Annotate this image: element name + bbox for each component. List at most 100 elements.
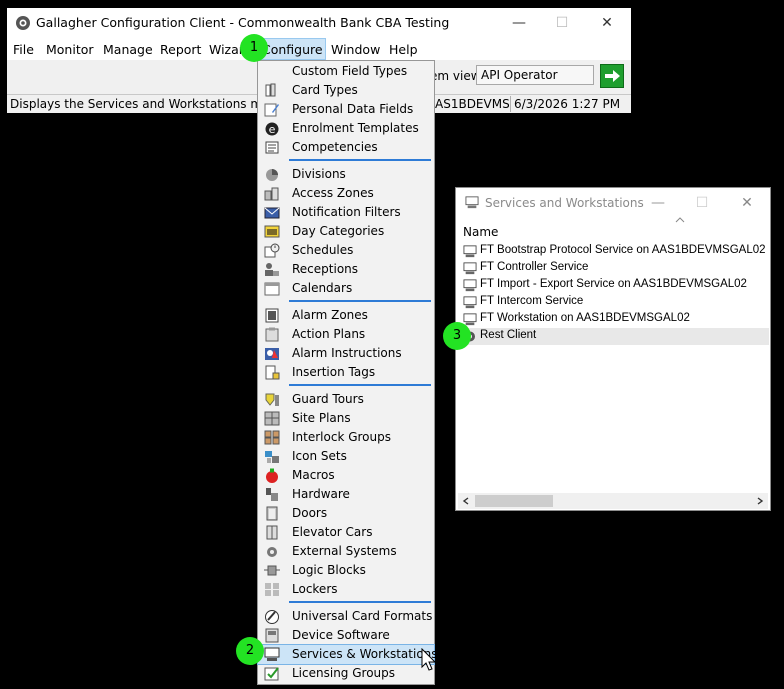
close-button[interactable]: ✕ bbox=[733, 192, 761, 214]
menu-item-site-plans[interactable]: Site Plans bbox=[258, 409, 434, 428]
custom-field-types-icon bbox=[264, 64, 280, 79]
menu-item-label: Macros bbox=[292, 468, 335, 482]
menu-item-divisions[interactable]: Divisions bbox=[258, 165, 434, 184]
menu-item-guard-tours[interactable]: Guard Tours bbox=[258, 390, 434, 409]
scrollbar-thumb[interactable] bbox=[475, 495, 553, 507]
workstation-icon bbox=[463, 279, 477, 292]
list-item[interactable]: FT Workstation on AAS1BDEVMSGAL02 bbox=[457, 311, 769, 328]
menu-item-label: Access Zones bbox=[292, 186, 374, 200]
scroll-right-icon[interactable] bbox=[756, 497, 764, 505]
menu-item-personal-data-fields[interactable]: Personal Data Fields bbox=[258, 100, 434, 119]
competencies-icon bbox=[265, 141, 279, 154]
maximize-button[interactable]: ☐ bbox=[688, 192, 716, 214]
list-item-label: FT Intercom Service bbox=[480, 295, 584, 307]
menu-item-hardware[interactable]: Hardware bbox=[258, 485, 434, 504]
menu-item-label: Day Categories bbox=[292, 224, 385, 238]
day-categories-icon bbox=[264, 225, 280, 238]
menu-item-alarm-zones[interactable]: Alarm Zones bbox=[258, 306, 434, 325]
menu-item-label: Enrolment Templates bbox=[292, 121, 419, 135]
personal-data-fields-icon bbox=[264, 103, 279, 117]
menu-report[interactable]: Report bbox=[160, 42, 201, 57]
menu-item-universal-card-formats[interactable]: Universal Card Formats bbox=[258, 607, 434, 626]
menu-item-insertion-tags[interactable]: Insertion Tags bbox=[258, 363, 434, 382]
menu-separator bbox=[289, 601, 431, 603]
maximize-button[interactable]: ☐ bbox=[548, 12, 576, 34]
list-item[interactable]: FT Import - Export Service on AAS1BDEVMS… bbox=[457, 277, 769, 294]
menu-item-services-workstations[interactable]: Services & Workstations bbox=[257, 644, 438, 665]
sort-chevron-icon bbox=[675, 217, 685, 223]
configure-dropdown-menu: Custom Field Types Card Types Personal D… bbox=[257, 60, 438, 685]
menu-item-device-software[interactable]: Device Software bbox=[258, 626, 434, 645]
insertion-tags-icon bbox=[265, 365, 280, 380]
list-item[interactable]: FT Controller Service bbox=[457, 260, 769, 277]
menu-item-label: Device Software bbox=[292, 628, 390, 642]
menu-item-calendars[interactable]: Calendars bbox=[258, 279, 434, 298]
close-button[interactable]: ✕ bbox=[593, 12, 621, 34]
menu-item-competencies[interactable]: Competencies bbox=[258, 138, 434, 157]
menu-item-macros[interactable]: Macros bbox=[258, 466, 434, 485]
menu-item-lockers[interactable]: Lockers bbox=[258, 580, 434, 599]
menu-item-action-plans[interactable]: Action Plans bbox=[258, 325, 434, 344]
go-arrow-icon[interactable] bbox=[600, 64, 624, 88]
menu-item-label: Site Plans bbox=[292, 411, 351, 425]
list-item[interactable]: FT Intercom Service bbox=[457, 294, 769, 311]
menu-item-elevator-cars[interactable]: Elevator Cars bbox=[258, 523, 434, 542]
workstation-icon bbox=[264, 647, 280, 661]
list-item-label: FT Bootstrap Protocol Service on AAS1BDE… bbox=[480, 244, 766, 256]
list-item-label: Rest Client bbox=[480, 329, 537, 341]
minimize-button[interactable]: — bbox=[644, 192, 672, 214]
schedules-icon bbox=[264, 243, 280, 258]
menu-monitor[interactable]: Monitor bbox=[46, 42, 94, 57]
menu-item-label: Interlock Groups bbox=[292, 430, 391, 444]
menu-item-label: Custom Field Types bbox=[292, 64, 408, 78]
menu-item-logic-blocks[interactable]: Logic Blocks bbox=[258, 561, 434, 580]
gallagher-app-icon bbox=[16, 16, 30, 30]
menu-item-label: Card Types bbox=[292, 83, 358, 97]
universal-card-formats-icon bbox=[265, 610, 279, 624]
menu-item-label: Alarm Instructions bbox=[292, 346, 402, 360]
menu-item-licensing-groups[interactable]: Licensing Groups bbox=[258, 664, 434, 683]
menu-item-interlock-groups[interactable]: Interlock Groups bbox=[258, 428, 434, 447]
view-select[interactable]: API Operator bbox=[476, 65, 594, 85]
menu-item-doors[interactable]: Doors bbox=[258, 504, 434, 523]
menu-item-label: Divisions bbox=[292, 167, 346, 181]
elevator-icon bbox=[266, 525, 278, 540]
menu-item-external-systems[interactable]: External Systems bbox=[258, 542, 434, 561]
menu-item-label: Hardware bbox=[292, 487, 350, 501]
horizontal-scrollbar[interactable] bbox=[458, 493, 768, 509]
menu-item-label: Competencies bbox=[292, 140, 378, 154]
envelope-icon bbox=[264, 207, 280, 219]
scroll-left-icon[interactable] bbox=[462, 497, 470, 505]
column-header-name[interactable]: Name bbox=[463, 225, 498, 239]
licensing-groups-icon bbox=[264, 667, 279, 681]
list-item-selected[interactable]: Rest Client bbox=[457, 328, 769, 345]
access-zones-icon bbox=[264, 187, 279, 201]
menu-item-enrolment-templates[interactable]: e Enrolment Templates bbox=[258, 119, 434, 138]
status-datetime: 6/3/2026 1:27 PM bbox=[514, 97, 621, 111]
menu-item-custom-field-types[interactable]: Custom Field Types bbox=[258, 62, 434, 81]
menu-help[interactable]: Help bbox=[389, 42, 418, 57]
menu-item-notification-filters[interactable]: Notification Filters bbox=[258, 203, 434, 222]
menu-window[interactable]: Window bbox=[331, 42, 380, 57]
interlock-groups-icon bbox=[264, 430, 280, 445]
list-item[interactable]: FT Bootstrap Protocol Service on AAS1BDE… bbox=[457, 243, 769, 260]
minimize-button[interactable]: — bbox=[505, 12, 533, 34]
menu-item-receptions[interactable]: Receptions bbox=[258, 260, 434, 279]
menu-item-label: Lockers bbox=[292, 582, 338, 596]
menu-item-label: Logic Blocks bbox=[292, 563, 366, 577]
menu-item-alarm-instructions[interactable]: Alarm Instructions bbox=[258, 344, 434, 363]
external-systems-icon bbox=[267, 547, 277, 557]
menu-item-label: Licensing Groups bbox=[292, 666, 396, 680]
menu-file[interactable]: File bbox=[13, 42, 34, 57]
menu-item-schedules[interactable]: Schedules bbox=[258, 241, 434, 260]
menu-manage[interactable]: Manage bbox=[103, 42, 153, 57]
menu-item-label: Services & Workstations bbox=[292, 647, 438, 661]
menu-item-day-categories[interactable]: Day Categories bbox=[258, 222, 434, 241]
list-item-label: FT Import - Export Service on AAS1BDEVMS… bbox=[480, 278, 747, 290]
menu-item-icon-sets[interactable]: Icon Sets bbox=[258, 447, 434, 466]
menu-configure[interactable]: Configure bbox=[262, 42, 323, 57]
services-workstations-window: Services and Workstations — ☐ ✕ Name FT … bbox=[455, 187, 771, 511]
menu-item-access-zones[interactable]: Access Zones bbox=[258, 184, 434, 203]
menu-item-card-types[interactable]: Card Types bbox=[258, 81, 434, 100]
list-item-label: FT Controller Service bbox=[480, 261, 589, 273]
